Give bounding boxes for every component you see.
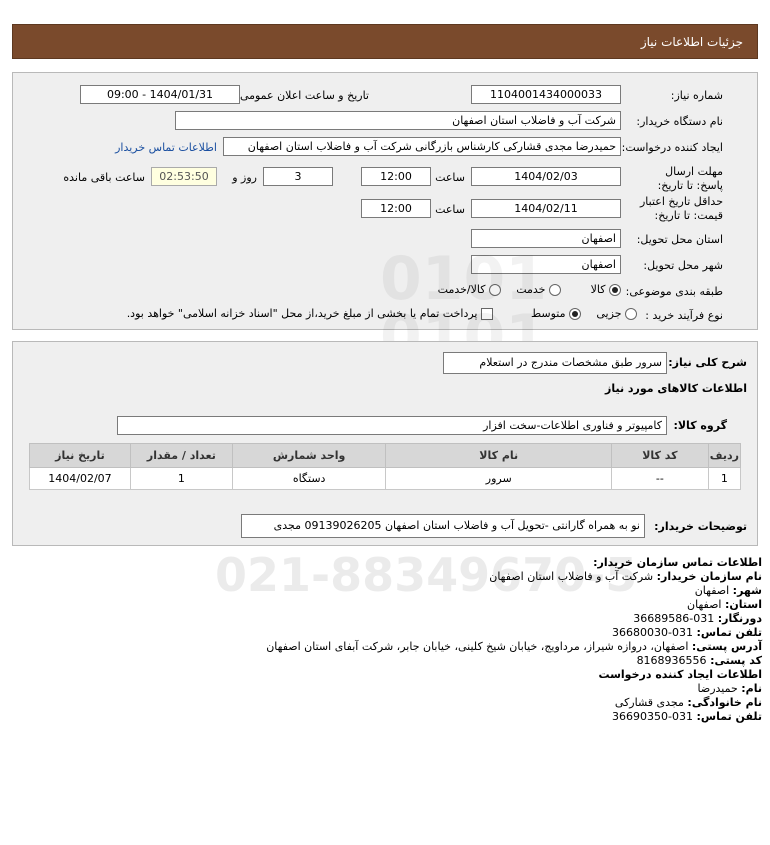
process-label: نوع فرآیند خرید : xyxy=(645,309,723,322)
buyer-desc-field[interactable]: نو به همراه گارانتی -تحویل آب و فاضلاب ا… xyxy=(241,514,645,538)
buyer-org-label: نام دستگاه خریدار: xyxy=(636,115,723,128)
radio-icon[interactable] xyxy=(489,284,501,296)
contact-postal: کد پستی: 8168936556 xyxy=(636,654,762,667)
announce-label: تاریخ و ساعت اعلان عمومی: xyxy=(236,89,369,102)
group-label: گروه کالا: xyxy=(673,419,727,432)
city-label: شهر محل تحویل: xyxy=(643,259,723,272)
col-unit: واحد شمارش xyxy=(231,443,387,468)
contact-title: اطلاعات تماس سازمان خریدار: xyxy=(593,556,762,569)
need-info-panel: شماره نیاز: 1104001434000033 تاریخ و ساع… xyxy=(12,72,758,330)
deadline-time-field[interactable]: 12:00 xyxy=(361,167,431,186)
deadline-date-field[interactable]: 1404/02/03 xyxy=(471,167,621,186)
province-field[interactable]: اصفهان xyxy=(471,229,621,248)
contact-city: شهر: اصفهان xyxy=(694,584,762,597)
checkbox-icon[interactable] xyxy=(481,308,493,320)
creator-field[interactable]: حمیدرضا مجدی قشارکی کارشناس بازرگانی شرک… xyxy=(223,137,621,156)
need-number-label: شماره نیاز: xyxy=(670,89,723,102)
contact-province: استان: اصفهان xyxy=(687,598,762,611)
validity-time-field[interactable]: 12:00 xyxy=(361,199,431,218)
cell-unit: دستگاه xyxy=(231,467,387,490)
need-number-field[interactable]: 1104001434000033 xyxy=(471,85,621,104)
remaining-timer: 02:53:50 xyxy=(151,167,217,186)
category-option-service[interactable]: خدمت xyxy=(516,283,561,296)
creator-phone: تلفن تماس: 031-36690350 xyxy=(612,710,762,723)
need-details-panel: شرح کلی نیاز: سرور طبق مشخصات مندرج در ا… xyxy=(12,341,758,546)
creator-name: نام: حمیدرضا xyxy=(697,682,763,695)
category-label: طبقه بندی موضوعی: xyxy=(625,285,723,298)
category-option-both[interactable]: کالا/خدمت xyxy=(438,283,501,296)
cell-date: 1404/02/07 xyxy=(29,467,131,490)
city-field[interactable]: اصفهان xyxy=(471,255,621,274)
radio-icon[interactable] xyxy=(609,284,621,296)
col-row: ردیف xyxy=(707,443,742,468)
days-field[interactable]: 3 xyxy=(263,167,333,186)
cell-row: 1 xyxy=(707,467,742,490)
creator-label: ایجاد کننده درخواست: xyxy=(621,141,723,154)
contact-buyer-link[interactable]: اطلاعات تماس خریدار xyxy=(115,141,217,154)
deadline-time-label: ساعت xyxy=(435,171,465,184)
cell-name: سرور xyxy=(385,467,612,490)
goods-info-title: اطلاعات کالاهای مورد نیاز xyxy=(605,382,747,395)
province-label: استان محل تحویل: xyxy=(636,233,723,246)
radio-icon[interactable] xyxy=(569,308,581,320)
radio-icon[interactable] xyxy=(625,308,637,320)
days-label: روز و xyxy=(232,171,257,184)
contact-org: نام سازمان خریدار: شرکت آب و فاضلاب استا… xyxy=(489,570,762,583)
page-header: جزئیات اطلاعات نیاز xyxy=(12,24,758,59)
contact-fax: دورنگار: 031-36689586 xyxy=(633,612,762,625)
announce-field[interactable]: 1404/01/31 - 09:00 xyxy=(80,85,240,104)
treasury-payment-option[interactable]: پرداخت تمام یا بخشی از مبلغ خرید،از محل … xyxy=(127,307,493,320)
process-option-minor[interactable]: جزیی xyxy=(596,307,637,320)
table-row[interactable]: 1 -- سرور دستگاه 1 1404/02/07 xyxy=(29,467,742,490)
validity-label: حداقل تاریخ اعتبار قیمت: تا تاریخ: xyxy=(639,195,723,222)
buyer-desc-label: توضیحات خریدار: xyxy=(654,520,747,533)
col-qty: تعداد / مقدار xyxy=(129,443,233,468)
creator-family: نام خانوادگی: مجدی قشارکی xyxy=(614,696,762,709)
creator-info-title: اطلاعات ایجاد کننده درخواست xyxy=(598,668,762,681)
process-option-medium[interactable]: متوسط xyxy=(531,307,581,320)
remaining-label: ساعت باقی مانده xyxy=(63,171,145,184)
radio-icon[interactable] xyxy=(549,284,561,296)
col-name: نام کالا xyxy=(385,443,612,468)
category-option-goods[interactable]: کالا xyxy=(591,283,621,296)
contact-address: آدرس پستی: اصفهان، دروازه شیراز، مرداویج… xyxy=(266,640,762,653)
summary-label: شرح کلی نیاز: xyxy=(668,356,747,369)
page-title: جزئیات اطلاعات نیاز xyxy=(640,35,743,49)
validity-date-field[interactable]: 1404/02/11 xyxy=(471,199,621,218)
buyer-org-field[interactable]: شرکت آب و فاضلاب استان اصفهان xyxy=(175,111,621,130)
goods-table: ردیف کد کالا نام کالا واحد شمارش تعداد /… xyxy=(29,443,742,490)
deadline-label: مهلت ارسال پاسخ: تا تاریخ: xyxy=(657,165,723,192)
validity-time-label: ساعت xyxy=(435,203,465,216)
cell-qty: 1 xyxy=(129,467,233,490)
group-field[interactable]: کامپیوتر و فناوری اطلاعات-سخت افزار xyxy=(117,416,667,435)
summary-field[interactable]: سرور طبق مشخصات مندرج در استعلام xyxy=(443,352,667,374)
col-code: کد کالا xyxy=(610,443,709,468)
cell-code: -- xyxy=(610,467,709,490)
contact-phone: تلفن تماس: 031-36680030 xyxy=(612,626,762,639)
col-date: تاریخ نیاز xyxy=(29,443,131,468)
